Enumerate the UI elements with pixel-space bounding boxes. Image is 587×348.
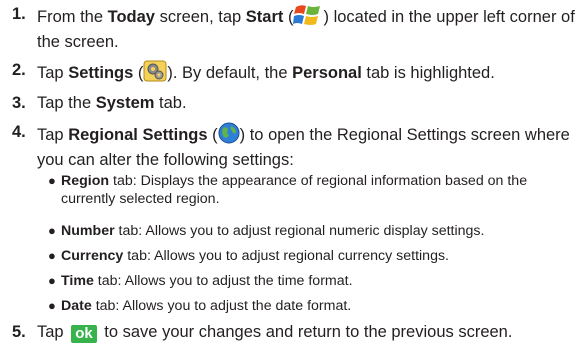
regional-settings-label: Regional Settings [68, 126, 208, 144]
step-number: 4. [12, 123, 26, 141]
bullet-icon: ● [48, 273, 56, 288]
currency-tab-label: Currency [61, 248, 124, 264]
time-tab-label: Time [61, 273, 94, 289]
step-number: 1. [12, 5, 26, 23]
today-label: Today [107, 8, 155, 26]
step-text: Tap Settings (). By default, the Persona… [37, 60, 583, 88]
step-text: From the Today screen, tap Start () loca… [37, 4, 583, 53]
bullet-icon: ● [48, 298, 56, 313]
windows-start-icon [293, 4, 323, 32]
step-text: Tap Regional Settings () to open the Reg… [37, 122, 583, 171]
bullet-icon: ● [48, 248, 56, 263]
instructions-page: 1. From the Today screen, tap Start () l… [0, 0, 587, 348]
bullet-icon: ● [48, 173, 56, 188]
personal-label: Personal [292, 64, 362, 82]
step-number: 3. [12, 94, 26, 112]
step-number: 5. [12, 323, 26, 341]
start-label: Start [245, 8, 284, 26]
settings-gear-icon [143, 60, 167, 88]
bullet-icon: ● [48, 223, 56, 238]
system-label: System [95, 94, 155, 112]
region-tab-label: Region [61, 173, 110, 189]
globe-icon [218, 122, 240, 150]
settings-label: Settings [68, 64, 134, 82]
step-text: Tap the System tab. [37, 94, 187, 112]
date-tab-label: Date [61, 298, 92, 314]
ok-button[interactable]: ok [71, 325, 97, 343]
step-text: Tap ok to save your changes and return t… [37, 323, 513, 343]
number-tab-label: Number [61, 223, 115, 239]
step-number: 2. [12, 61, 26, 79]
